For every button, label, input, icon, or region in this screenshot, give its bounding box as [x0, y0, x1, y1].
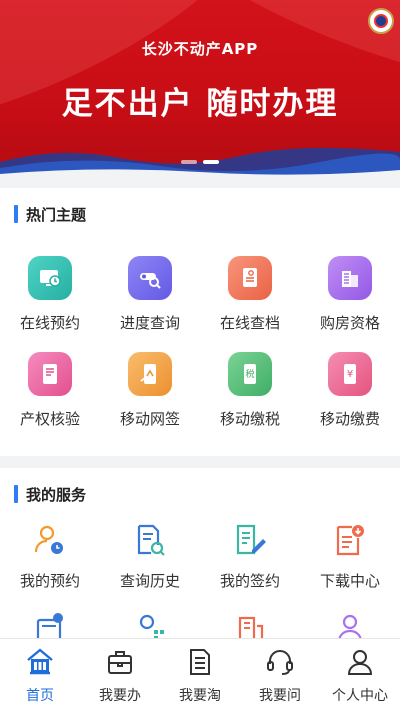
hot-item-purchase-qualification[interactable]: 购房资格	[300, 256, 400, 352]
download-document-icon	[330, 520, 370, 560]
tab-handle[interactable]: 我要办	[80, 639, 160, 711]
user-grid-icon	[130, 608, 170, 638]
carousel-dot-active[interactable]	[203, 160, 219, 164]
service-download-center[interactable]: 下载中心	[300, 520, 400, 608]
service-my-appointments[interactable]: 我的预约	[0, 520, 100, 608]
hot-item-online-archive[interactable]: 在线查档	[200, 256, 300, 352]
hot-item-mobile-sign[interactable]: 移动网签	[100, 352, 200, 448]
bottom-tab-bar: 首页 我要办 我要淘 我要问 个人中心	[0, 638, 400, 711]
my-services-grid: 我的预约 查询历史 我的签约 下载中心	[0, 520, 400, 638]
hot-item-mobile-payment[interactable]: ¥ 移动缴费	[300, 352, 400, 448]
banner-slogan: 足不出户 随时办理	[61, 86, 339, 122]
hot-item-online-appointment[interactable]: 在线预约	[0, 256, 100, 352]
carousel-indicator[interactable]	[0, 160, 400, 164]
certificate-icon	[28, 352, 72, 396]
service-label: 我的签约	[219, 572, 280, 590]
service-item-8[interactable]	[300, 608, 400, 638]
tab-label: 我要淘	[179, 688, 221, 704]
monitor-calendar-icon	[28, 256, 72, 300]
briefcase-icon	[105, 647, 135, 677]
tab-profile[interactable]: 个人中心	[320, 639, 400, 711]
mobile-tax-icon: 税	[228, 352, 272, 396]
service-query-history[interactable]: 查询历史	[100, 520, 200, 608]
building-icon	[328, 256, 372, 300]
my-services-card: 我的服务 我的预约 查询历史 我的签约 下载中心	[0, 468, 400, 638]
section-header: 我的服务	[14, 484, 86, 504]
hot-topics-grid: 在线预约 进度查询 在线查档 购房资格 产权核验 移动网签 税 移动缴税 ¥ 移…	[0, 256, 400, 448]
person-icon	[345, 647, 375, 677]
service-item-6[interactable]	[100, 608, 200, 638]
document-search-icon	[228, 256, 272, 300]
carousel-dot[interactable]	[181, 160, 197, 164]
svg-text:税: 税	[245, 368, 254, 380]
mobile-payment-icon: ¥	[328, 352, 372, 396]
service-item-5[interactable]	[0, 608, 100, 638]
tab-label: 首页	[26, 688, 54, 704]
headset-icon	[265, 647, 295, 677]
contract-sign-icon	[230, 520, 270, 560]
hot-item-label: 移动网签	[119, 410, 180, 428]
section-title: 热门主题	[26, 205, 87, 224]
hot-item-mobile-tax[interactable]: 税 移动缴税	[200, 352, 300, 448]
home-icon	[25, 647, 55, 677]
banner[interactable]: 长沙不动产APP 足不出户 随时办理	[0, 0, 400, 180]
section-accent-bar	[14, 205, 18, 223]
tab-label: 我要问	[259, 688, 301, 704]
hot-topics-card: 热门主题 在线预约 进度查询 在线查档 购房资格 产权核验 移动网签 税 移动缴…	[0, 188, 400, 456]
section-header: 热门主题	[14, 204, 86, 224]
service-label: 我的预约	[19, 572, 80, 590]
user-profile-icon	[330, 608, 370, 638]
document-history-icon	[130, 520, 170, 560]
tab-label: 个人中心	[332, 688, 388, 704]
app-name: 长沙不动产APP	[141, 40, 259, 58]
tab-browse[interactable]: 我要淘	[160, 639, 240, 711]
hot-item-label: 在线查档	[219, 314, 280, 332]
service-label: 查询历史	[119, 572, 180, 590]
hot-item-label: 购房资格	[319, 314, 380, 332]
hot-item-label: 产权核验	[19, 410, 80, 428]
office-building-icon	[230, 608, 270, 638]
progress-search-icon	[128, 256, 172, 300]
service-label: 下载中心	[319, 572, 380, 590]
emblem-icon	[368, 8, 394, 34]
hot-item-label: 移动缴税	[219, 410, 280, 428]
tab-ask[interactable]: 我要问	[240, 639, 320, 711]
user-clock-icon	[30, 520, 70, 560]
hot-item-property-verify[interactable]: 产权核验	[0, 352, 100, 448]
tab-home[interactable]: 首页	[0, 639, 80, 711]
section-accent-bar	[14, 485, 18, 503]
hot-item-label: 在线预约	[19, 314, 80, 332]
hot-item-progress-query[interactable]: 进度查询	[100, 256, 200, 352]
tab-label: 我要办	[99, 688, 141, 704]
service-item-7[interactable]	[200, 608, 300, 638]
service-my-contracts[interactable]: 我的签约	[200, 520, 300, 608]
document-list-icon	[185, 647, 215, 677]
hot-item-label: 移动缴费	[319, 410, 380, 428]
mobile-sign-icon	[128, 352, 172, 396]
message-book-icon	[30, 608, 70, 638]
hot-item-label: 进度查询	[119, 314, 180, 332]
svg-text:¥: ¥	[347, 369, 353, 380]
section-title: 我的服务	[26, 485, 87, 504]
